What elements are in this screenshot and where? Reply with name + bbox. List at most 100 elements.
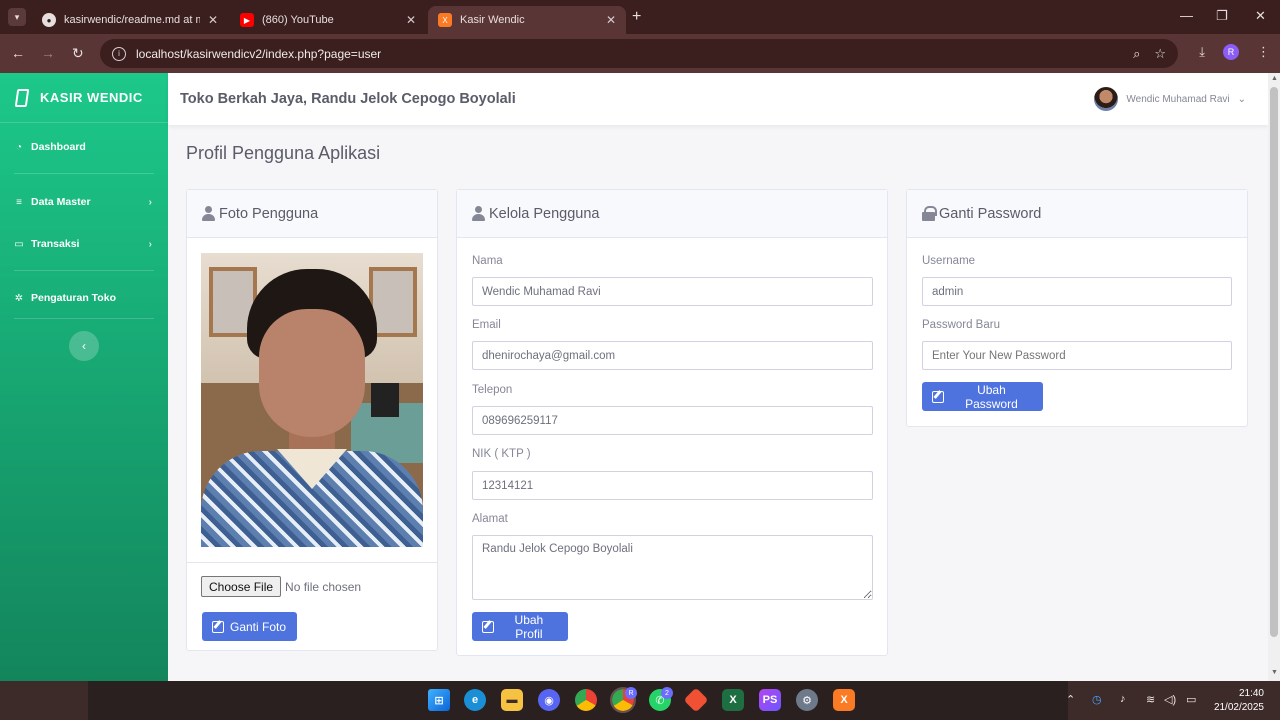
edit-icon [482,620,494,633]
tab-youtube[interactable]: ▶ (860) YouTube ✕ [230,6,426,34]
sidebar-item-dashboard[interactable]: ◔ Dashboard [0,129,168,165]
chrome-icon[interactable] [575,689,597,711]
phpstorm-icon[interactable]: PS [759,689,781,711]
ubah-profil-button[interactable]: Ubah Profil [472,612,568,641]
store-name: Toko Berkah Jaya, Randu Jelok Cepogo Boy… [180,91,516,107]
user-photo [201,253,423,547]
clock-app-icon[interactable]: ◷ [1092,693,1102,706]
back-icon[interactable]: ← [11,45,25,61]
sidebar-item-pengaturan-toko[interactable]: ✲ Pengaturan Toko [0,280,168,316]
edit-icon [932,390,944,403]
bookmark-star-icon[interactable]: ☆ [1154,46,1166,62]
email-label: Email [472,319,501,331]
chevron-left-icon: ‹ [82,339,86,353]
scroll-up-icon[interactable]: ▲ [1271,75,1278,82]
chevron-down-icon: ⌄ [1237,93,1246,105]
tab-title: kasirwendic/readme.md at mai [64,14,200,26]
user-dropdown[interactable]: Wendic Muhamad Ravi ⌄ [1094,87,1246,111]
nik-field[interactable] [472,471,873,500]
sidebar-item-transaksi[interactable]: ▭ Transaksi › [0,226,168,262]
file-explorer-icon[interactable]: ▬ [501,689,523,711]
file-input: Choose File No file chosen [187,562,437,610]
address-bar[interactable]: i localhost/kasirwendicv2/index.php?page… [100,39,1178,68]
alamat-field[interactable]: Randu Jelok Cepogo Boyolali [472,535,873,600]
tab-title: Kasir Wendic [460,14,525,26]
new-tab-icon[interactable]: + [632,8,641,26]
forward-icon[interactable]: → [41,45,55,61]
tab-github[interactable]: ● kasirwendic/readme.md at mai ✕ [32,6,228,34]
sidebar: KASIR WENDIC ◔ Dashboard ≡ Data Master ›… [0,73,168,681]
close-icon[interactable]: ✕ [208,13,218,27]
choose-file-button[interactable]: Choose File [201,576,282,597]
sidebar-brand[interactable]: KASIR WENDIC [0,73,168,123]
sidebar-item-data-master[interactable]: ≡ Data Master › [0,184,168,220]
tab-search-icon[interactable]: ▾ [8,8,26,26]
file-status: No file chosen [285,579,362,594]
sidebar-divider [14,318,154,319]
profile-avatar[interactable]: R [1223,44,1239,60]
restore-icon[interactable]: ❐ [1216,8,1228,24]
tab-kasir-wendic[interactable]: X Kasir Wendic ✕ [428,6,626,34]
menu-kebab-icon[interactable]: ⋮ [1257,44,1270,60]
ganti-foto-button[interactable]: Ganti Foto [202,612,297,641]
xampp-icon[interactable]: X [833,689,855,711]
url-text[interactable]: localhost/kasirwendicv2/index.php?page=u… [136,47,381,61]
cogs-icon: ✲ [14,292,24,304]
clock-date: 21/02/2025 [1213,702,1264,713]
page-scrollbar[interactable]: ▲ ▼ [1268,73,1280,681]
browser-tab-strip: ▾ ● kasirwendic/readme.md at mai ✕ ▶ (86… [0,0,1280,34]
scroll-down-icon[interactable]: ▼ [1271,669,1278,676]
minimize-icon[interactable]: — [1180,8,1193,23]
tab-title: (860) YouTube [262,14,334,26]
username-label: Username [922,255,976,267]
microphone-icon[interactable]: ♪ [1120,693,1126,705]
page-title: Profil Pengguna Aplikasi [186,143,381,163]
taskbar-clock[interactable]: 21:40 21/02/2025 [1214,687,1264,715]
discord-icon[interactable]: ◉ [538,689,560,711]
user-icon [472,206,485,221]
github-icon: ● [42,13,56,27]
wifi-icon[interactable]: ≋ [1146,693,1155,706]
settings-icon[interactable]: ⚙ [796,689,818,711]
close-window-icon[interactable]: ✕ [1255,8,1266,24]
battery-icon[interactable]: ▭ [1186,693,1196,706]
telepon-label: Telepon [472,384,513,396]
git-icon[interactable] [683,687,709,713]
email-field[interactable] [472,341,873,370]
telepon-field[interactable] [472,406,873,435]
site-info-icon[interactable]: i [112,46,126,61]
edge-icon[interactable]: e [464,689,486,711]
button-label: Ubah Password [965,382,1018,411]
windows-start-icon[interactable]: ⊞ [428,689,450,711]
tray-chevron-up-icon[interactable]: ⌃ [1066,693,1075,706]
download-icon[interactable]: ⤓ [1199,44,1205,60]
username-field[interactable] [922,277,1232,306]
lock-icon [922,206,937,221]
nama-field[interactable] [472,277,873,306]
nama-label: Nama [472,255,503,267]
chevron-right-icon: › [148,238,152,250]
youtube-icon: ▶ [240,13,254,27]
ubah-password-button[interactable]: Ubah Password [922,382,1043,411]
brand-logo-icon [14,88,30,107]
close-icon[interactable]: ✕ [606,13,616,27]
browser-toolbar: ← → ↻ i localhost/kasirwendicv2/index.ph… [0,34,1280,73]
sidebar-divider [14,270,154,271]
zoom-icon[interactable]: ⌕ [1133,46,1140,62]
card-header: Kelola Pengguna [457,190,887,238]
card-title: Ganti Password [939,205,1042,222]
close-icon[interactable]: ✕ [406,13,416,27]
new-password-field[interactable] [922,341,1232,370]
button-label: Ganti Foto [230,619,287,634]
sidebar-toggle-button[interactable]: ‹ [69,331,99,361]
sidebar-item-label: Pengaturan Toko [31,292,116,304]
brand-name: KASIR WENDIC [40,90,143,105]
reload-icon[interactable]: ↻ [72,45,84,62]
user-icon [202,206,215,221]
database-icon: ≡ [16,196,22,208]
sidebar-item-label: Data Master [31,196,91,208]
card-header: Ganti Password [907,190,1247,238]
excel-icon[interactable]: X [722,689,744,711]
volume-icon[interactable]: ◁) [1164,693,1176,706]
scrollbar-thumb[interactable] [1270,87,1278,637]
